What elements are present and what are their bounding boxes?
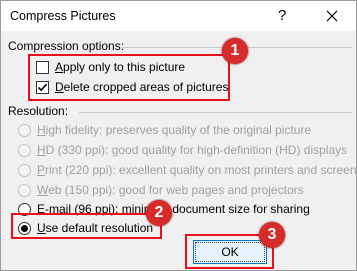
high-fidelity-label: High fidelity: preserves quality of the … bbox=[37, 123, 312, 137]
highlight-box-default-resolution bbox=[11, 213, 162, 239]
step-badge-1: 1 bbox=[222, 38, 248, 64]
compression-options-label: Compression options: bbox=[8, 39, 125, 53]
radio-circle[interactable] bbox=[18, 143, 31, 157]
compress-pictures-dialog: Compress Pictures ? Compression options:… bbox=[0, 0, 357, 271]
help-button[interactable]: ? bbox=[278, 7, 286, 24]
resolution-separator bbox=[79, 112, 352, 113]
resolution-label: Resolution: bbox=[8, 104, 69, 118]
step-badge-2: 2 bbox=[146, 200, 172, 226]
title-bar: Compress Pictures ? bbox=[1, 1, 356, 31]
radio-print-220-ppi[interactable]: Print (220 ppi): excellent quality on mo… bbox=[18, 162, 357, 178]
radio-circle[interactable] bbox=[18, 123, 31, 137]
radio-circle[interactable] bbox=[18, 163, 31, 177]
highlight-box-compression bbox=[28, 54, 230, 101]
radio-hd-330-ppi[interactable]: HD (330 ppi): good quality for high-defi… bbox=[18, 142, 347, 158]
radio-web-150-ppi[interactable]: Web (150 ppi): good for web pages and pr… bbox=[18, 182, 304, 198]
close-button[interactable] bbox=[320, 5, 344, 27]
web-150-ppi-label: Web (150 ppi): good for web pages and pr… bbox=[37, 183, 304, 197]
close-icon bbox=[326, 10, 338, 22]
step-badge-3: 3 bbox=[259, 222, 285, 248]
print-220-ppi-label: Print (220 ppi): excellent quality on mo… bbox=[37, 163, 357, 177]
hd-330-ppi-label: HD (330 ppi): good quality for high-defi… bbox=[37, 143, 348, 157]
radio-circle[interactable] bbox=[18, 183, 31, 197]
radio-high-fidelity[interactable]: High fidelity: preserves quality of the … bbox=[18, 122, 311, 138]
dialog-title: Compress Pictures bbox=[10, 9, 116, 23]
